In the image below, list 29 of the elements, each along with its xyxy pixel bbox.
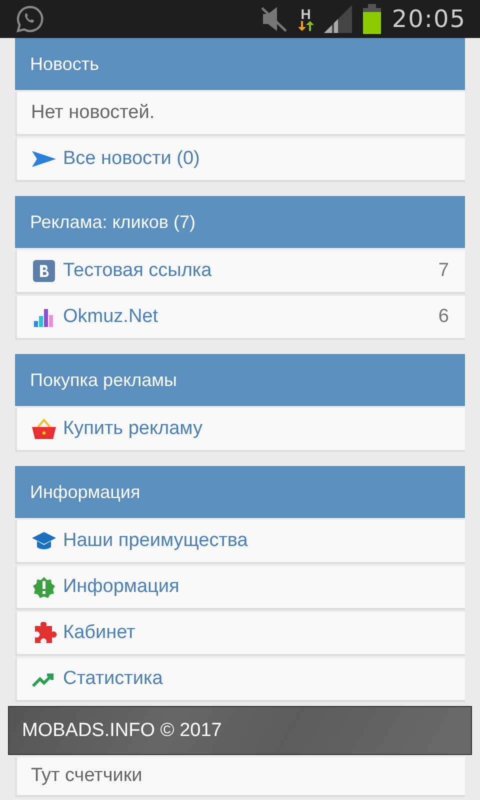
- section-header: Информация: [15, 466, 465, 518]
- section-header: Реклама: кликов (7): [15, 196, 465, 248]
- menu-link[interactable]: Все новости (0): [15, 138, 465, 182]
- network-type: H: [300, 7, 311, 21]
- vk-logo-icon: [31, 260, 57, 282]
- menu-link[interactable]: Тестовая ссылка 7: [15, 250, 465, 294]
- clock: 20:05: [392, 5, 466, 33]
- copyright-text: MOBADS.INFO © 2017: [22, 720, 222, 742]
- counters-row: Тут счетчики: [15, 757, 465, 797]
- section-header: Покупка рекламы: [15, 354, 465, 406]
- menu-link[interactable]: Okmuz.Net 6: [15, 296, 465, 340]
- menu-link[interactable]: Наши преимущества: [15, 520, 465, 564]
- menu-link[interactable]: Купить рекламу: [15, 408, 465, 452]
- exclamation-badge-icon: [31, 576, 57, 598]
- menu-link[interactable]: Статистика: [15, 658, 465, 702]
- section-header: Новость: [15, 38, 465, 90]
- click-count: 7: [438, 260, 449, 282]
- menu-link[interactable]: Информация: [15, 566, 465, 610]
- menu-link[interactable]: Кабинет: [15, 612, 465, 656]
- data-arrows-icon: [298, 21, 314, 31]
- muted-speaker-icon: [260, 5, 288, 33]
- basket-icon: [31, 418, 57, 440]
- chat-bubble-icon: [15, 4, 45, 34]
- signal-icon: [324, 5, 352, 33]
- click-count: 6: [438, 306, 449, 328]
- graduation-cap-icon: [31, 530, 57, 552]
- battery-icon: [362, 4, 382, 34]
- message-row: Нет новостей.: [15, 92, 465, 136]
- send-icon: [31, 148, 57, 170]
